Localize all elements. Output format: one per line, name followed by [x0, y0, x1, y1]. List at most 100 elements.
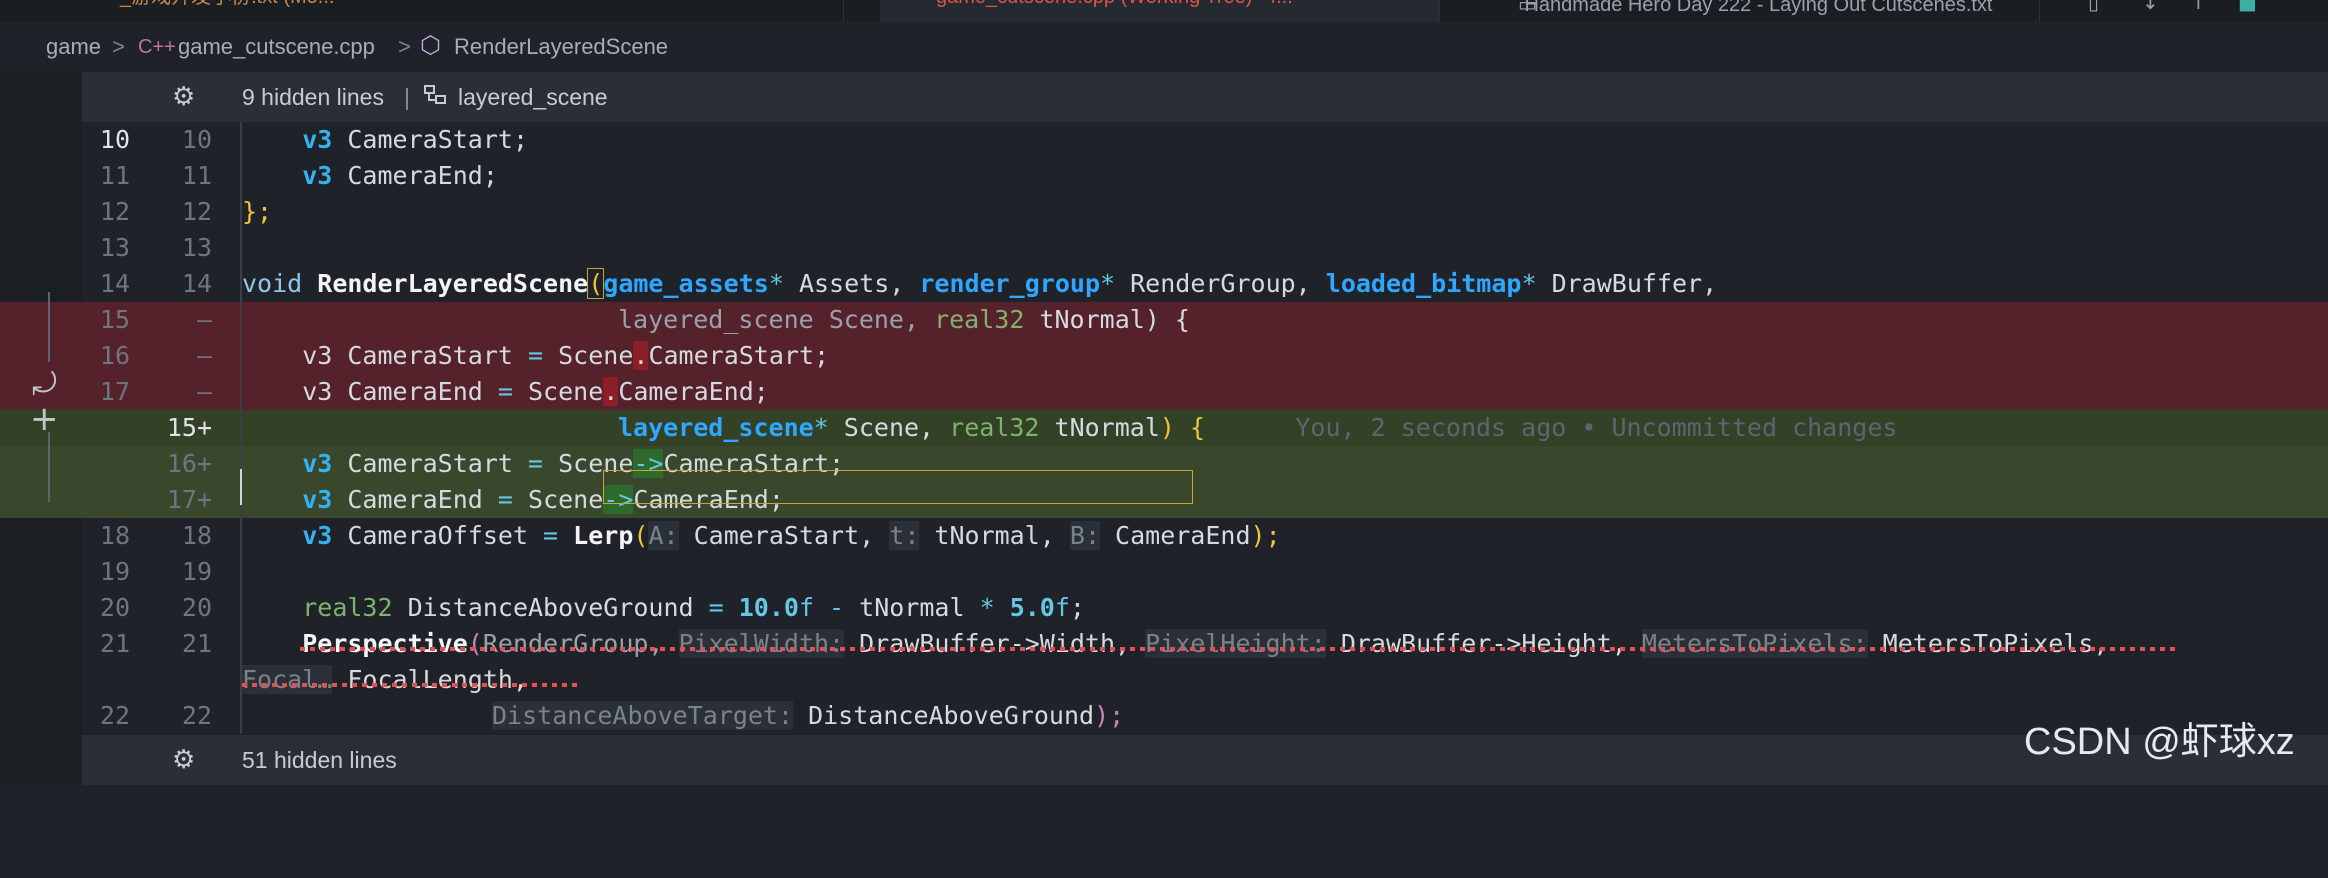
- watermark: CSDN @虾球xz: [2024, 721, 2295, 763]
- hidden-lines-fold-top[interactable]: ⚙ 9 hidden lines | layered_scene: [82, 72, 2328, 122]
- breadcrumb-symbol[interactable]: RenderLayeredScene: [454, 22, 668, 72]
- code-token: CameraEnd: [1100, 521, 1251, 550]
- added-marker: 16+: [166, 449, 212, 478]
- new-line-number: 19: [181, 557, 212, 586]
- operator-token: -: [814, 593, 860, 622]
- code-text: v3 CameraEnd;: [242, 158, 498, 194]
- tab-label: game_cutscene.cpp (Working Tree) • f...: [936, 0, 1293, 8]
- breadcrumb-file[interactable]: game_cutscene.cpp: [178, 22, 375, 72]
- old-line-number: 19: [99, 557, 130, 586]
- next-change-icon[interactable]: ↑: [2190, 0, 2207, 14]
- function-name: RenderLayeredScene: [317, 269, 589, 298]
- deleted-line[interactable]: 15 — layered_scene Scene, real32 tNormal…: [0, 302, 2328, 338]
- code-token: DistanceAboveGround: [793, 701, 1095, 730]
- symbol-struct-icon: [424, 85, 446, 104]
- old-line-number: 14: [99, 269, 130, 298]
- bracket-token: );: [1250, 521, 1281, 550]
- type-token: render_group: [919, 269, 1100, 298]
- type-token: loaded_bitmap: [1325, 269, 1522, 298]
- new-line-number: 21: [181, 629, 212, 658]
- code-token: DistanceAboveGround: [392, 593, 709, 622]
- bracket-match-highlight: [603, 470, 1193, 504]
- previous-change-icon[interactable]: ↓: [2142, 0, 2159, 14]
- type-token: game_assets: [603, 269, 769, 298]
- old-line-number: 18: [99, 521, 130, 550]
- code-line[interactable]: 10 10 v3 CameraStart;: [0, 122, 2328, 158]
- code-token: DrawBuffer->Height,: [1325, 629, 1642, 658]
- code-line[interactable]: 20 20 real32 DistanceAboveGround = 10.0f…: [0, 590, 2328, 626]
- operator-token: *: [768, 269, 784, 298]
- code-line[interactable]: 19 19: [0, 554, 2328, 590]
- error-squiggle: [242, 683, 582, 687]
- hidden-lines-label: 51 hidden lines: [242, 747, 397, 773]
- code-text: };: [242, 197, 273, 226]
- code-token: RenderGroup,: [482, 629, 679, 658]
- type-token: v3: [302, 485, 333, 514]
- unfold-icon[interactable]: ⚙: [172, 72, 195, 122]
- type-token: real32: [934, 305, 1025, 334]
- hidden-lines-fold-bottom[interactable]: ⚙ 51 hidden lines: [82, 735, 2328, 785]
- fold-symbol-name[interactable]: layered_scene: [458, 72, 608, 122]
- code-text: v3 CameraEnd = Scene.CameraEnd;: [242, 374, 769, 410]
- stage-change-icon[interactable]: +: [30, 399, 59, 439]
- type-token: real32: [302, 593, 393, 622]
- type-token: v3: [302, 125, 333, 154]
- code-text: Focal… FocalLength,: [242, 662, 528, 698]
- removed-char: .: [633, 341, 649, 370]
- new-line-number: 11: [181, 161, 212, 190]
- new-line-number: 14: [181, 269, 212, 298]
- number-suffix: f: [1054, 593, 1070, 622]
- deleted-line[interactable]: 17 — v3 CameraEnd = Scene.CameraEnd;: [0, 374, 2328, 410]
- new-line-number: 22: [181, 701, 212, 730]
- tab-notes-txt[interactable]: _游戏开发小份.txt (Mo...: [14, 0, 844, 22]
- code-token: CameraEnd;: [618, 377, 769, 406]
- added-marker: 15+: [166, 413, 212, 442]
- code-text: real32 DistanceAboveGround = 10.0f - tNo…: [242, 590, 1085, 626]
- code-line[interactable]: 14 14 void RenderLayeredScene(game_asset…: [0, 266, 2328, 302]
- type-token: layered_scene: [618, 413, 814, 442]
- operator-token: =: [497, 377, 513, 406]
- added-line[interactable]: 15+ layered_scene* Scene, real32 tNormal…: [0, 410, 2328, 446]
- chevron-right-icon: >: [398, 34, 411, 59]
- parameter-hint: DistanceAboveTarget:: [492, 701, 794, 730]
- code-token: Scene: [512, 377, 604, 406]
- code-token: CameraEnd: [332, 485, 498, 514]
- code-line[interactable]: 22 22 DistanceAboveTarget: DistanceAbove…: [0, 698, 2328, 734]
- parameter-hint: Focal…: [242, 665, 333, 694]
- code-line[interactable]: 21 21 Perspective(RenderGroup, PixelWidt…: [0, 626, 2328, 662]
- tab-label: Handmade Hero Day 222 - Laying Out Cutsc…: [1524, 0, 1993, 16]
- diff-editor[interactable]: ⚙ 9 hidden lines | layered_scene 10 10 v…: [0, 72, 2328, 785]
- code-line[interactable]: 12 12 };: [0, 194, 2328, 230]
- bracket-token: (: [633, 521, 649, 550]
- code-line-wrapped[interactable]: Focal… FocalLength,: [0, 662, 2328, 698]
- code-token: MetersToPixels,: [1867, 629, 2109, 658]
- revert-change-icon[interactable]: ⤾: [32, 367, 57, 402]
- old-line-number: 17: [99, 377, 130, 406]
- operator-token: *: [979, 593, 995, 622]
- code-token: CameraStart,: [678, 521, 890, 550]
- tab-game-cutscene-working-tree[interactable]: game_cutscene.cpp (Working Tree) • f...: [880, 0, 1440, 22]
- code-token: tNormal: [1039, 413, 1160, 442]
- code-line[interactable]: 18 18 v3 CameraOffset = Lerp(A: CameraSt…: [0, 518, 2328, 554]
- inline-diff-toggle-icon[interactable]: ■: [2238, 0, 2257, 14]
- bracket-token: (: [587, 268, 605, 299]
- code-token: Scene: [512, 485, 604, 514]
- number-literal: 10.0: [723, 593, 799, 622]
- code-token: RenderGroup,: [1115, 269, 1326, 298]
- text-cursor: [240, 469, 242, 505]
- inline-blame-annotation[interactable]: You, 2 seconds ago • Uncommitted changes: [1295, 413, 1897, 442]
- unfold-icon[interactable]: ⚙: [172, 735, 195, 785]
- tab-handmade-hero-txt[interactable]: ▭ Handmade Hero Day 222 - Laying Out Cut…: [1440, 0, 2040, 22]
- split-editor-icon[interactable]: ▯: [2088, 0, 2099, 14]
- code-line[interactable]: 13 13: [0, 230, 2328, 266]
- symbol-struct-icon: ⬡: [420, 32, 441, 59]
- code-token: layered_scene Scene,: [618, 305, 935, 334]
- operator-token: =: [497, 485, 513, 514]
- breadcrumb-folder[interactable]: game: [46, 22, 101, 72]
- code-token: CameraStart: [332, 449, 528, 478]
- old-line-number: 22: [99, 701, 130, 730]
- deleted-line[interactable]: 16 — v3 CameraStart = Scene.CameraStart;: [0, 338, 2328, 374]
- tab-bar: _游戏开发小份.txt (Mo... game_cutscene.cpp (Wo…: [0, 0, 2328, 22]
- code-line[interactable]: 11 11 v3 CameraEnd;: [0, 158, 2328, 194]
- code-token: CameraEnd;: [332, 161, 498, 190]
